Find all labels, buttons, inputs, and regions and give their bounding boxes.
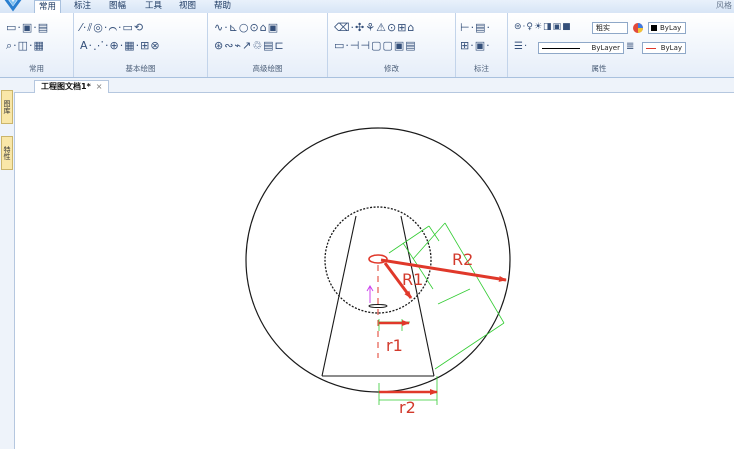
lineweight-select[interactable]: ByLay (642, 42, 686, 54)
lineweight-icon: ≣ (626, 41, 636, 52)
r2-big-radius-arrow (380, 258, 507, 282)
linear-dimension-icon[interactable]: ⊢·▤· (460, 21, 491, 34)
color-swatch (651, 25, 657, 31)
linetype-preview (542, 48, 580, 49)
cone-right-edge[interactable] (400, 215, 435, 377)
group-label-properties: 属性 (591, 64, 607, 73)
group-label-dimension: 标注 (474, 64, 489, 73)
menu-tab-dimension[interactable]: 标注 (70, 0, 95, 13)
color-select-value: ByLay (660, 24, 682, 32)
menu-tab-tools[interactable]: 工具 (141, 0, 166, 13)
inner-circle[interactable] (324, 206, 432, 314)
color-select[interactable]: ByLay (648, 22, 686, 34)
document-tab[interactable]: 工程图文档1* × (34, 80, 110, 93)
label-r1-big: R1 (402, 270, 423, 289)
close-icon[interactable]: × (96, 82, 103, 91)
ribbon-toolbar: ▭·▣·▤ ⌕·◫·▦ 常用 ⁄·⫽◎·⌒·▭⟲ A·⋰·⊕·▦·⊞⊗ 基本绘图… (0, 13, 734, 78)
dock-tab-properties[interactable]: 特性 (1, 136, 13, 170)
cone-left-edge[interactable] (321, 215, 357, 377)
document-tab-bar: 工程图文档1* × (14, 78, 734, 93)
move-tool-icon[interactable]: ▭·⊣⊣▢▢▣▤ (334, 39, 417, 52)
group-label-basic-draw: 基本绘图 (125, 64, 156, 73)
line-tool-icon[interactable]: ⁄·⫽◎·⌒·▭⟲ (80, 21, 144, 34)
open-file-icon[interactable]: ⌕·◫·▦ (6, 39, 45, 52)
menu-tab-sheet[interactable]: 图幅 (105, 0, 130, 13)
erase-tool-icon[interactable]: ⌫·✣⚘⚠⊙⊞⌂ (334, 21, 415, 34)
menu-tab-view[interactable]: 视图 (175, 0, 200, 13)
linewidth-select[interactable]: 粗实 (592, 22, 628, 34)
linetype-select[interactable]: ByLayer (538, 42, 624, 54)
linetype-icon: ☰· (514, 41, 529, 52)
menu-tab-common[interactable]: 常用 (34, 0, 62, 13)
menu-tab-help[interactable]: 帮助 (210, 0, 235, 13)
app-logo-icon[interactable] (2, 0, 24, 12)
group-label-modify: 修改 (384, 64, 399, 73)
text-tool-icon[interactable]: A·⋰·⊕·▦·⊞⊗ (80, 39, 161, 52)
dock-tab-library[interactable]: 图库 (1, 90, 13, 124)
tolerance-icon[interactable]: ⊞·▣· (460, 39, 491, 52)
dimension-lines (378, 222, 505, 405)
axis-marker-icon (366, 285, 374, 303)
spline-tool-icon[interactable]: ∿·⊾○⊙⌂▣ (214, 21, 279, 34)
ribbon-group-basic-draw: ⁄·⫽◎·⌒·▭⟲ A·⋰·⊕·▦·⊞⊗ 基本绘图 (74, 13, 208, 77)
new-file-icon[interactable]: ▭·▣·▤ (6, 21, 49, 34)
cad-application-window: 常用 标注 图幅 工具 视图 帮助 风格 ▭·▣·▤ ⌕·◫·▦ 常用 ⁄·⫽◎… (0, 0, 734, 449)
lineweight-preview (646, 48, 656, 49)
ribbon-group-common: ▭·▣·▤ ⌕·◫·▦ 常用 (0, 13, 74, 77)
layer-tool-icon[interactable]: ⊜·♀☀◨▣■ (514, 21, 572, 34)
lineweight-select-value: ByLay (660, 44, 682, 52)
menu-bar: 常用 标注 图幅 工具 视图 帮助 风格 (0, 0, 734, 13)
group-label-common: 常用 (29, 64, 44, 73)
left-dock-panel: 图库 特性 (0, 78, 15, 449)
label-r2-big: R2 (452, 250, 473, 269)
ribbon-group-properties: ⊜·♀☀◨▣■ 粗实 ByLay ☰· ByLayer ≣ ByLay 属性 (508, 13, 690, 77)
hatch-tool-icon[interactable]: ⊛∾⌁↗♲▤⊏ (214, 39, 285, 52)
label-r1-small: r1 (386, 336, 403, 355)
label-r2-small: r2 (399, 398, 416, 417)
color-wheel-icon[interactable] (632, 22, 644, 34)
style-menu[interactable]: 风格 (716, 0, 732, 12)
ribbon-group-advanced-draw: ∿·⊾○⊙⌂▣ ⊛∾⌁↗♲▤⊏ 高级绘图 (208, 13, 328, 77)
cad-drawing[interactable]: R2 R1 r1 r2 (15, 93, 734, 449)
group-label-advanced-draw: 高级绘图 (252, 64, 283, 73)
linetype-select-value: ByLayer (591, 44, 620, 52)
document-tab-title: 工程图文档1* (41, 82, 91, 91)
drawing-canvas[interactable]: R2 R1 r1 r2 (15, 93, 734, 449)
ribbon-group-modify: ⌫·✣⚘⚠⊙⊞⌂ ▭·⊣⊣▢▢▣▤ 修改 (328, 13, 456, 77)
ribbon-group-dimension: ⊢·▤· ⊞·▣· 标注 (456, 13, 508, 77)
cone-top-ellipse (368, 304, 388, 308)
